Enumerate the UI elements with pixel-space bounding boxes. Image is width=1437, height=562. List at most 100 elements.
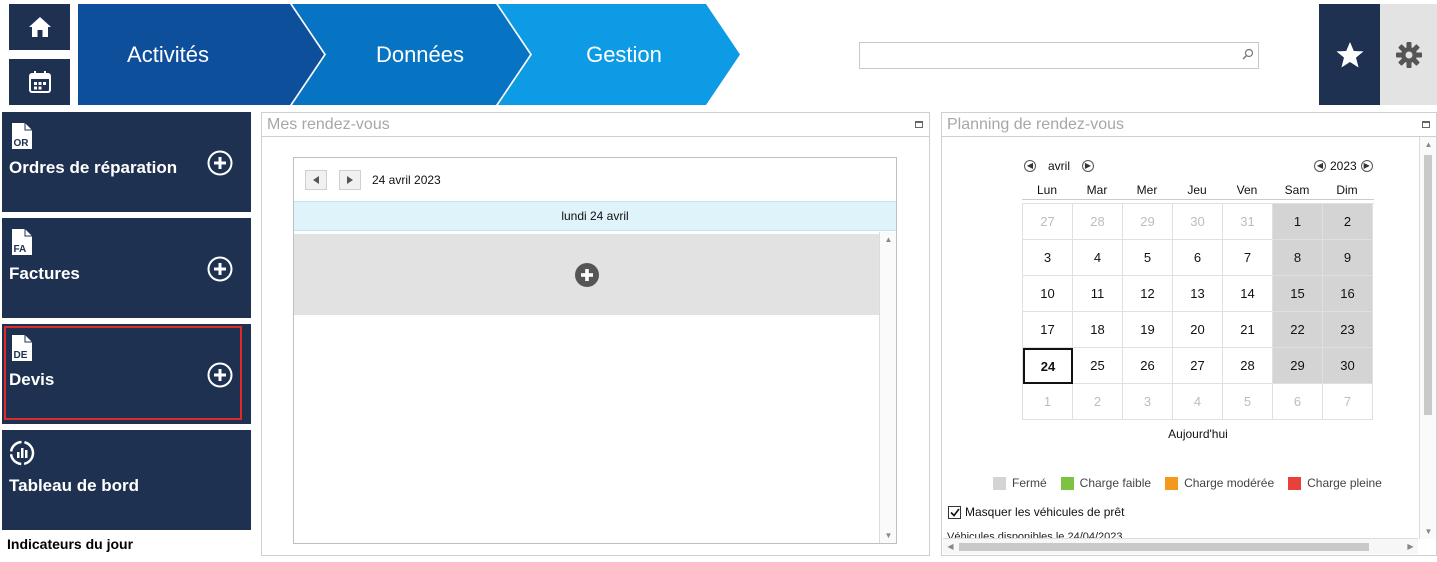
calendar-day[interactable]: 11 [1073, 276, 1123, 312]
tile-factures[interactable]: FA Factures [2, 218, 251, 318]
calendar-day[interactable]: 2 [1323, 204, 1373, 240]
calendar-day[interactable]: 29 [1273, 348, 1323, 384]
calendar-day[interactable]: 10 [1023, 276, 1073, 312]
favorites-button[interactable] [1319, 4, 1380, 105]
add-devis-icon[interactable] [207, 362, 233, 388]
calendar-day[interactable]: 20 [1173, 312, 1223, 348]
calendar-day[interactable]: 9 [1323, 240, 1373, 276]
calendar-day[interactable]: 22 [1273, 312, 1323, 348]
scroll-up-icon[interactable]: ▲ [881, 232, 896, 247]
prev-day-button[interactable] [305, 170, 327, 190]
weekday-label: Mar [1086, 183, 1108, 197]
calendar-day[interactable]: 25 [1073, 348, 1123, 384]
calendar-day[interactable]: 28 [1073, 204, 1123, 240]
settings-button[interactable] [1380, 4, 1437, 105]
tile-devis[interactable]: DE Devis [2, 324, 251, 424]
next-year-icon[interactable]: ▶ [1360, 160, 1373, 172]
prev-year-icon[interactable]: ◀ [1314, 160, 1326, 172]
search-input[interactable] [860, 43, 1230, 68]
calendar-day[interactable]: 18 [1073, 312, 1123, 348]
legend-label: Charge modérée [1184, 476, 1275, 490]
calendar-day[interactable]: 21 [1223, 312, 1273, 348]
calendar-day[interactable]: 19 [1123, 312, 1173, 348]
planning-scrollbar[interactable]: ▲ ▼ [1419, 137, 1436, 539]
calendar-day[interactable]: 12 [1123, 276, 1173, 312]
day-view-scrollbar[interactable]: ▲ ▼ [879, 232, 896, 543]
calendar-week: 17 18 19 20 21 22 23 [1023, 312, 1374, 348]
add-appointment-slot[interactable] [294, 234, 879, 315]
add-appointment-icon[interactable] [574, 262, 600, 288]
prev-month-icon[interactable]: ◀ [1024, 160, 1036, 172]
calendar-day[interactable]: 5 [1123, 240, 1173, 276]
calendar-day[interactable]: 14 [1223, 276, 1273, 312]
next-month-icon[interactable]: ▶ [1082, 160, 1094, 172]
legend-label: Fermé [1012, 476, 1047, 490]
year-label: 2023 [1330, 159, 1357, 173]
scroll-down-icon[interactable]: ▼ [1421, 524, 1436, 539]
calendar-day-today[interactable]: 24 [1023, 348, 1073, 384]
scroll-right-icon[interactable]: ▶ [1403, 539, 1418, 554]
calendar-day[interactable]: 23 [1323, 312, 1373, 348]
calendar-day[interactable]: 5 [1223, 384, 1273, 420]
next-day-button[interactable] [339, 170, 361, 190]
nav-step-activites[interactable]: Activités [78, 4, 258, 105]
calendar-day[interactable]: 15 [1273, 276, 1323, 312]
calendar-day[interactable]: 3 [1023, 240, 1073, 276]
today-button[interactable]: Aujourd'hui [1022, 427, 1374, 441]
calendar-day[interactable]: 1 [1023, 384, 1073, 420]
calendar-day[interactable]: 30 [1173, 204, 1223, 240]
calendar-day[interactable]: 13 [1173, 276, 1223, 312]
scroll-left-icon[interactable]: ◀ [943, 539, 958, 554]
calendar-day[interactable]: 4 [1073, 240, 1123, 276]
calendar-day[interactable]: 26 [1123, 348, 1173, 384]
calendar-grid: 27 28 29 30 31 1 2 3 4 5 6 7 8 9 10 11 1… [1022, 203, 1374, 420]
planning-hscrollbar[interactable]: ◀ ▶ [943, 538, 1418, 554]
add-ordre-icon[interactable] [207, 150, 233, 176]
hscroll-thumb[interactable] [959, 543, 1369, 551]
nav-step-donnees[interactable]: Données [330, 4, 510, 105]
weekday-header: Lun Mar Mer Jeu Ven Sam Dim [1022, 183, 1374, 200]
home-button[interactable] [9, 4, 70, 50]
calendar-day[interactable]: 27 [1173, 348, 1223, 384]
scroll-thumb[interactable] [1424, 155, 1432, 415]
calendar-day[interactable]: 8 [1273, 240, 1323, 276]
checkmark-icon [949, 508, 960, 517]
calendar-day[interactable]: 1 [1273, 204, 1323, 240]
or-document-icon: OR [12, 123, 32, 149]
calendar-day[interactable]: 6 [1173, 240, 1223, 276]
tile-tableau-de-bord[interactable]: Tableau de bord [2, 430, 251, 530]
calendar-day[interactable]: 30 [1323, 348, 1373, 384]
calendar-day[interactable]: 4 [1173, 384, 1223, 420]
scroll-up-icon[interactable]: ▲ [1421, 137, 1436, 152]
minimize-icon[interactable] [1422, 121, 1430, 128]
weekday-label: Lun [1036, 183, 1058, 197]
add-facture-icon[interactable] [207, 256, 233, 282]
tile-label-ordres: Ordres de réparation [9, 158, 178, 177]
current-date-label: 24 avril 2023 [372, 173, 441, 187]
nav-step-gestion[interactable]: Gestion [534, 4, 714, 105]
tile-ordres-reparation[interactable]: OR Ordres de réparation [2, 112, 251, 212]
minimize-icon[interactable] [915, 121, 923, 128]
calendar-day[interactable]: 3 [1123, 384, 1173, 420]
hide-loan-vehicles-checkbox[interactable] [948, 505, 961, 519]
calendar-day[interactable]: 28 [1223, 348, 1273, 384]
calendar-day[interactable]: 31 [1223, 204, 1273, 240]
de-document-icon: DE [12, 335, 32, 361]
calendar-week: 24 25 26 27 28 29 30 [1023, 348, 1374, 384]
calendar-day[interactable]: 6 [1273, 384, 1323, 420]
legend-item-faible: Charge faible [1060, 476, 1151, 490]
calendar-day[interactable]: 17 [1023, 312, 1073, 348]
calendar-day[interactable]: 7 [1323, 384, 1373, 420]
calendar-icon [28, 71, 51, 93]
calendar-day[interactable]: 27 [1023, 204, 1073, 240]
indicators-heading: Indicateurs du jour [7, 536, 134, 552]
legend-item-ferme: Fermé [993, 476, 1047, 490]
search-icon[interactable] [1242, 48, 1254, 60]
calendar-day[interactable]: 16 [1323, 276, 1373, 312]
calendar-day[interactable]: 29 [1123, 204, 1173, 240]
calendar-day[interactable]: 2 [1073, 384, 1123, 420]
calendar-day[interactable]: 7 [1223, 240, 1273, 276]
calendar-button[interactable] [9, 59, 70, 105]
scroll-down-icon[interactable]: ▼ [881, 528, 896, 543]
search-field [859, 42, 1259, 69]
